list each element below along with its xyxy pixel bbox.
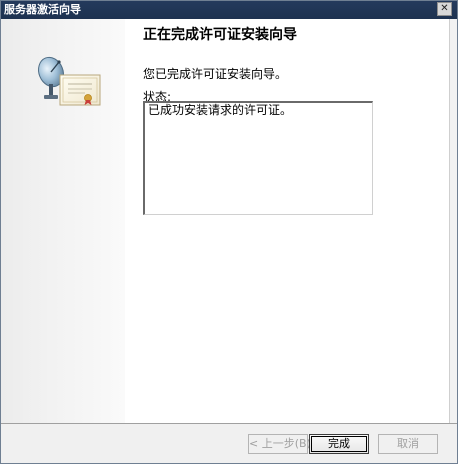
back-button[interactable]: < 上一步(B) [248,434,311,454]
status-message: 已成功安装请求的许可证。 [148,103,293,117]
page-title: 正在完成许可证安装向导 [143,27,297,43]
finish-button[interactable]: 完成 [309,434,369,454]
wizard-client-area: 正在完成许可证安装向导 您已完成许可证安装向导。 状态: 已成功安装请求的许可证… [1,19,457,463]
server-activation-wizard-window: 服务器激活向导 ✕ 正在完成许可证安装向导 您已完成许可证安装向导。 状态: 已… [0,0,458,464]
window-title: 服务器激活向导 [4,3,81,16]
page-description: 您已完成许可证安装向导。 [143,67,288,81]
title-bar[interactable]: 服务器激活向导 ✕ [1,1,457,19]
wizard-content: 正在完成许可证安装向导 您已完成许可证安装向导。 状态: 已成功安装请求的许可证… [143,19,443,409]
license-certificate-icon [38,56,101,106]
close-button[interactable]: ✕ [437,2,452,16]
status-text-box[interactable]: 已成功安装请求的许可证。 [143,101,373,215]
wizard-button-bar: < 上一步(B) 完成 取消 [1,423,457,463]
close-icon: ✕ [440,3,449,14]
wizard-side-panel [1,19,125,423]
right-edge-strip [449,19,457,423]
cancel-button[interactable]: 取消 [378,434,438,454]
